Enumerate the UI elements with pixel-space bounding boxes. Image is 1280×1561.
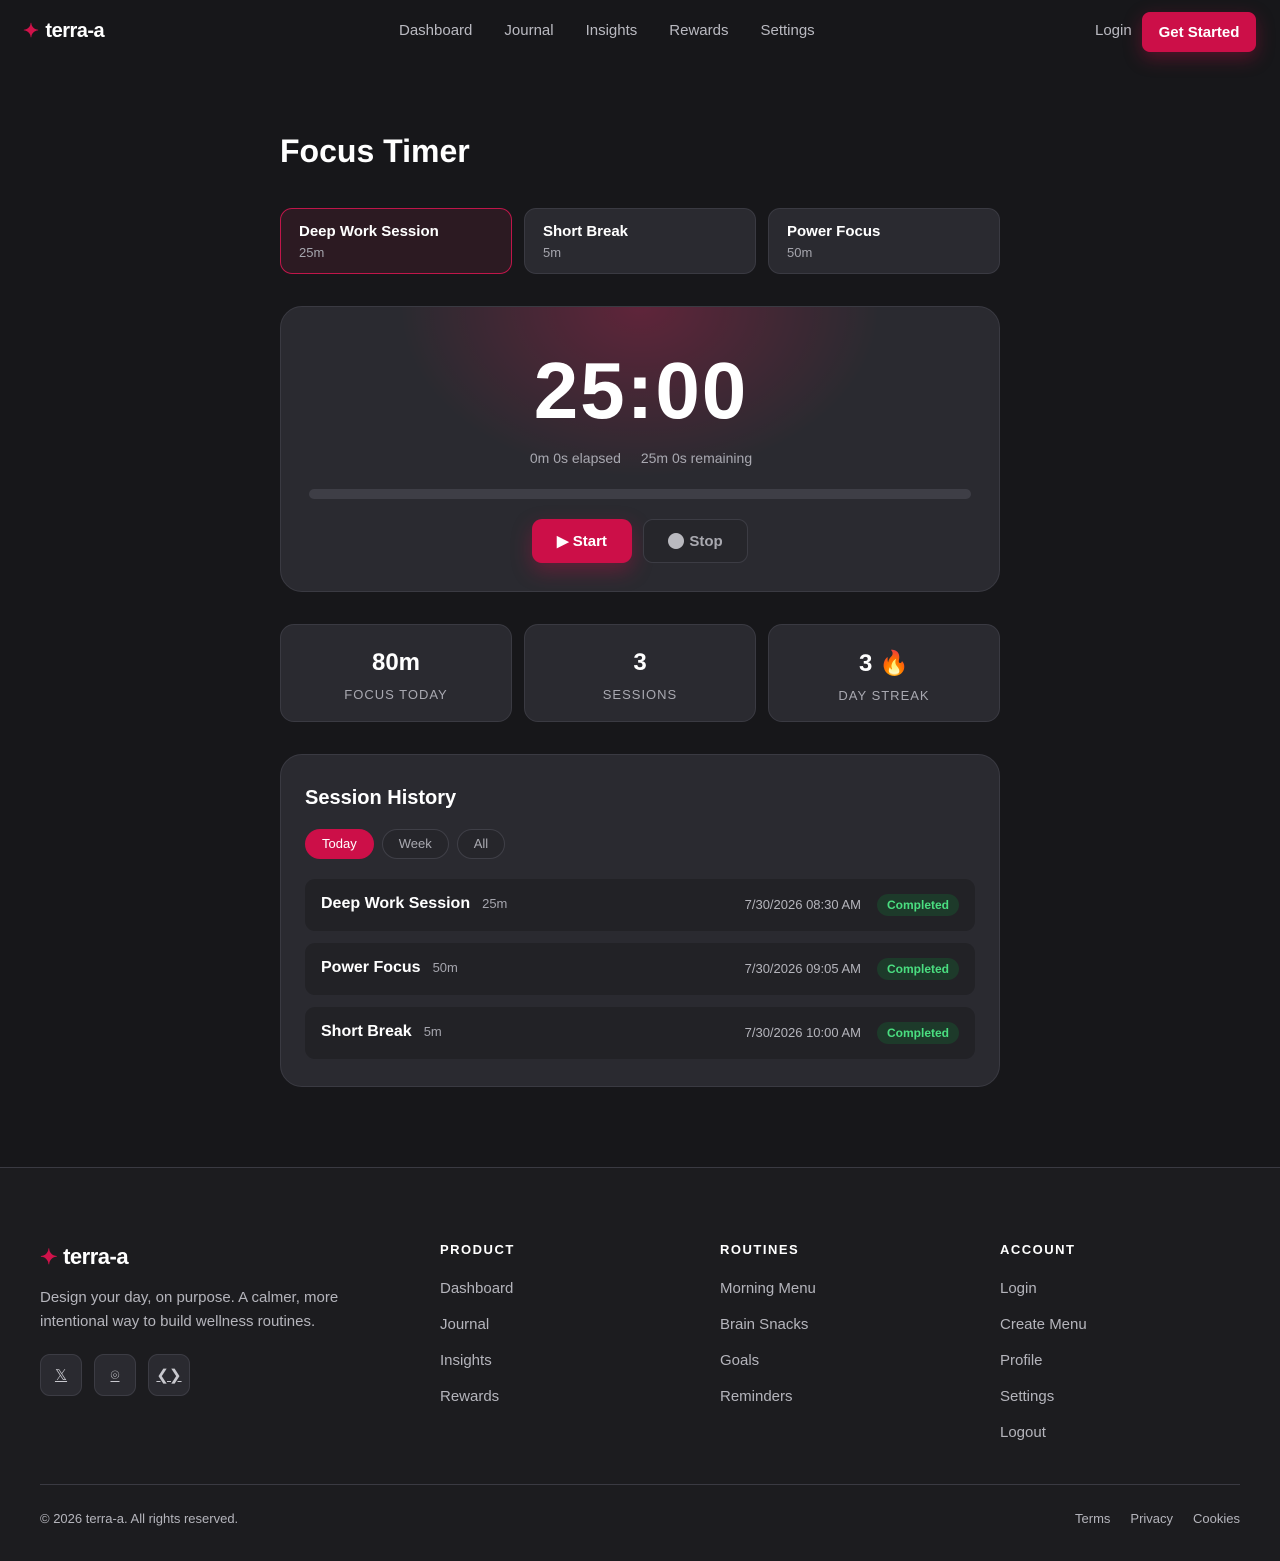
session-duration: 5m: [423, 1024, 442, 1039]
status-badge: Completed: [876, 958, 959, 980]
timer-card: 25:00 0m 0s elapsed 25m 0s remaining ▶ S…: [280, 306, 1000, 592]
footer-link-profile[interactable]: Profile: [1000, 1352, 1087, 1388]
nav-links: Dashboard Journal Insights Rewards Setti…: [399, 22, 847, 39]
filter-today[interactable]: Today: [305, 829, 374, 859]
stat-label: SESSIONS: [602, 687, 678, 702]
legal-link-privacy[interactable]: Privacy: [1130, 1511, 1173, 1526]
history-row[interactable]: Power Focus 50m 7/30/2026 09:05 AM Comple…: [305, 943, 975, 995]
session-name: Deep Work Session 25m: [321, 895, 507, 913]
section-title: Session History: [305, 787, 457, 809]
footer-divider: [40, 1484, 1240, 1485]
legal-links: Terms Privacy Cookies: [1055, 1511, 1240, 1526]
nav-link-journal[interactable]: Journal: [504, 22, 553, 39]
stat-label: FOCUS TODAY: [344, 687, 448, 702]
timer-progress-bar: [309, 489, 971, 499]
footer-link-brain-snacks[interactable]: Brain Snacks: [720, 1316, 816, 1352]
footer-logo[interactable]: ✦ terra-a: [40, 1244, 129, 1270]
history-row[interactable]: Short Break 5m 7/30/2026 10:00 AM Complet…: [305, 1007, 975, 1059]
footer-column-routines: ROUTINES Morning Menu Brain Snacks Goals…: [720, 1242, 816, 1424]
legal-link-cookies[interactable]: Cookies: [1193, 1511, 1240, 1526]
brand-logo[interactable]: ✦ terra-a: [23, 20, 105, 43]
status-badge: Completed: [876, 1022, 959, 1044]
nav-link-settings[interactable]: Settings: [760, 22, 814, 39]
top-nav: ✦ terra-a Dashboard Journal Insights Rew…: [0, 0, 1280, 62]
preset-name: Deep Work Session: [299, 223, 439, 240]
stat-label: DAY STREAK: [838, 688, 930, 703]
session-title: Power Focus: [321, 959, 421, 976]
social-links: 𝕏 ⌾ ❮❯: [40, 1354, 202, 1396]
session-date: 7/30/2026 08:30 AM: [744, 897, 861, 912]
filter-week[interactable]: Week: [381, 829, 449, 859]
sparkle-icon: ✦: [23, 21, 39, 42]
footer-link-create-menu[interactable]: Create Menu: [1000, 1316, 1087, 1352]
login-link[interactable]: Login: [1095, 22, 1132, 39]
code-icon[interactable]: ❮❯: [148, 1354, 190, 1396]
footer-column-title: ACCOUNT: [1000, 1242, 1076, 1257]
session-duration: 50m: [432, 960, 458, 975]
footer-link-login[interactable]: Login: [1000, 1280, 1087, 1316]
footer-column-title: PRODUCT: [440, 1242, 515, 1257]
footer-link-reminders[interactable]: Reminders: [720, 1388, 816, 1424]
preset-deep-work[interactable]: Deep Work Session 25m: [280, 208, 512, 274]
nav-link-dashboard[interactable]: Dashboard: [399, 22, 472, 39]
history-filters: Today Week All: [305, 829, 513, 859]
session-history-card: Session History Today Week All Deep Work…: [280, 754, 1000, 1087]
stat-value: 3 🔥: [859, 650, 909, 677]
stat-sessions: 3 SESSIONS: [524, 624, 756, 722]
footer-link-logout[interactable]: Logout: [1000, 1424, 1087, 1460]
footer-link-insights[interactable]: Insights: [440, 1352, 515, 1388]
preset-name: Short Break: [543, 223, 629, 240]
legal-link-terms[interactable]: Terms: [1075, 1511, 1110, 1526]
stat-day-streak: 3 🔥 DAY STREAK: [768, 624, 1000, 722]
elapsed-text: 0m 0s elapsed: [529, 450, 621, 466]
stat-value: 3: [633, 649, 647, 676]
footer-brand-name: terra-a: [63, 1244, 129, 1269]
timer-display: 25:00: [533, 346, 749, 435]
stat-value: 80m: [371, 649, 421, 676]
copyright: © 2026 terra-a. All rights reserved.: [40, 1511, 239, 1526]
nav-link-insights[interactable]: Insights: [586, 22, 638, 39]
stop-button[interactable]: Stop: [643, 519, 748, 563]
page-title: Focus Timer: [280, 133, 470, 169]
stat-focus-today: 80m FOCUS TODAY: [280, 624, 512, 722]
session-title: Deep Work Session: [321, 895, 471, 912]
session-name: Short Break 5m: [321, 1023, 442, 1041]
preset-duration: 25m: [299, 245, 325, 260]
history-row[interactable]: Deep Work Session 25m 7/30/2026 08:30 AM …: [305, 879, 975, 931]
sparkle-icon: ✦: [40, 1245, 58, 1269]
preset-short-break[interactable]: Short Break 5m: [524, 208, 756, 274]
x-icon[interactable]: 𝕏: [40, 1354, 82, 1396]
start-button[interactable]: ▶ Start: [532, 519, 632, 563]
footer-link-settings[interactable]: Settings: [1000, 1388, 1087, 1424]
filter-all[interactable]: All: [456, 829, 506, 859]
footer-link-dashboard[interactable]: Dashboard: [440, 1280, 515, 1316]
preset-duration: 5m: [543, 245, 562, 260]
session-title: Short Break: [321, 1023, 412, 1040]
footer-column-account: ACCOUNT Login Create Menu Profile Settin…: [1000, 1242, 1087, 1460]
footer-link-morning-menu[interactable]: Morning Menu: [720, 1280, 816, 1316]
footer-column-product: PRODUCT Dashboard Journal Insights Rewar…: [440, 1242, 515, 1424]
footer-link-rewards[interactable]: Rewards: [440, 1388, 515, 1424]
remaining-text: 25m 0s remaining: [640, 450, 753, 466]
footer-link-goals[interactable]: Goals: [720, 1352, 816, 1388]
session-date: 7/30/2026 10:00 AM: [744, 1025, 861, 1040]
status-badge: Completed: [876, 894, 959, 916]
footer-tagline: Design your day, on purpose. A calmer, m…: [40, 1289, 339, 1330]
stop-label: Stop: [689, 532, 723, 550]
timer-status: 0m 0s elapsed 25m 0s remaining: [281, 450, 999, 466]
footer-link-journal[interactable]: Journal: [440, 1316, 515, 1352]
get-started-button[interactable]: Get Started: [1142, 12, 1256, 52]
session-date: 7/30/2026 09:05 AM: [744, 961, 861, 976]
preset-name: Power Focus: [787, 223, 881, 240]
stop-icon: [668, 533, 685, 549]
session-name: Power Focus 50m: [321, 959, 458, 977]
footer-column-title: ROUTINES: [720, 1242, 800, 1257]
preset-duration: 50m: [787, 245, 813, 260]
brand-name: terra-a: [45, 20, 105, 42]
preset-power-focus[interactable]: Power Focus 50m: [768, 208, 1000, 274]
nav-link-rewards[interactable]: Rewards: [669, 22, 728, 39]
session-duration: 25m: [482, 896, 508, 911]
instagram-icon[interactable]: ⌾: [94, 1354, 136, 1396]
